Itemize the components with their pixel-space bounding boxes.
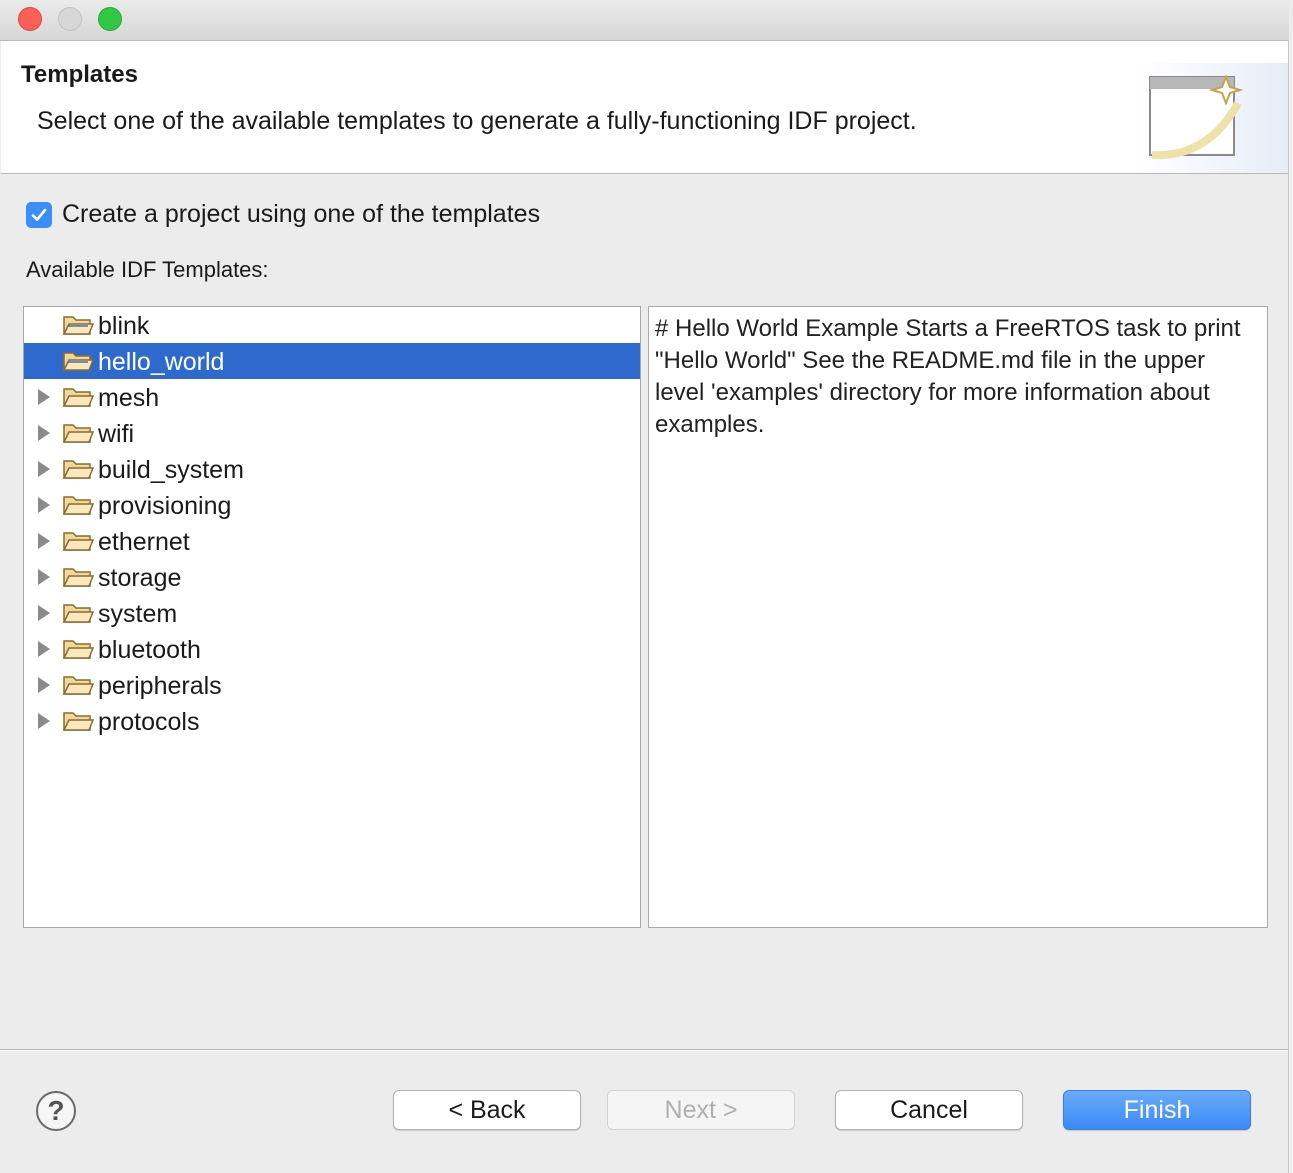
use-template-option[interactable]: Create a project using one of the templa…: [26, 200, 540, 229]
minimize-window-button[interactable]: [58, 7, 82, 31]
expand-arrow-icon[interactable]: [38, 605, 50, 621]
use-template-checkbox[interactable]: [26, 201, 52, 228]
tree-item[interactable]: build_system: [24, 451, 640, 487]
expand-arrow-icon[interactable]: [38, 497, 50, 513]
tree-item-label: storage: [98, 564, 182, 592]
help-icon: ?: [47, 1095, 65, 1126]
template-tree[interactable]: blink hello_world mesh wifi build_system…: [23, 306, 641, 928]
window-titlebar: [0, 0, 1289, 41]
expand-arrow-icon[interactable]: [38, 713, 50, 729]
folder-icon: [62, 568, 94, 587]
expand-arrow-icon[interactable]: [38, 389, 50, 405]
tree-item-label: protocols: [98, 708, 200, 736]
window-right-edge: [1288, 40, 1293, 1173]
cancel-button[interactable]: Cancel: [835, 1090, 1023, 1130]
finish-button[interactable]: Finish: [1063, 1090, 1251, 1130]
tree-item-label: bluetooth: [98, 636, 201, 664]
tree-item[interactable]: storage: [24, 559, 640, 595]
folder-icon: [62, 640, 94, 659]
page-description: Select one of the available templates to…: [37, 107, 917, 135]
tree-item-label: build_system: [98, 456, 244, 484]
tree-item[interactable]: hello_world: [24, 343, 640, 379]
checkmark-icon: [31, 208, 47, 221]
tree-item-label: peripherals: [98, 672, 222, 700]
folder-icon: [62, 316, 94, 335]
folder-icon: [62, 676, 94, 695]
new-project-wizard-icon: [1138, 63, 1288, 173]
use-template-label: Create a project using one of the templa…: [62, 200, 541, 228]
folder-icon: [62, 496, 94, 515]
tree-item[interactable]: peripherals: [24, 667, 640, 703]
tree-item[interactable]: ethernet: [24, 523, 640, 559]
tree-item[interactable]: blink: [24, 307, 640, 343]
folder-icon: [62, 532, 94, 551]
tree-item-label: ethernet: [98, 528, 190, 556]
tree-item[interactable]: bluetooth: [24, 631, 640, 667]
tree-item[interactable]: protocols: [24, 703, 640, 739]
maximize-window-button[interactable]: [98, 7, 122, 31]
tree-item-label: mesh: [98, 384, 160, 412]
page-title: Templates: [21, 61, 138, 88]
tree-item-label: wifi: [98, 420, 135, 448]
close-window-button[interactable]: [18, 7, 42, 31]
expand-arrow-icon[interactable]: [38, 425, 50, 441]
folder-icon: [62, 460, 94, 479]
template-description: # Hello World Example Starts a FreeRTOS …: [655, 315, 1241, 438]
expand-arrow-icon[interactable]: [38, 461, 50, 477]
tree-item[interactable]: wifi: [24, 415, 640, 451]
back-button[interactable]: < Back: [393, 1090, 581, 1130]
template-description-panel: # Hello World Example Starts a FreeRTOS …: [648, 306, 1268, 928]
footer-divider-highlight: [0, 1050, 1288, 1051]
tree-item-label: provisioning: [98, 492, 232, 520]
folder-icon: [62, 424, 94, 443]
expand-arrow-icon[interactable]: [38, 533, 50, 549]
tree-item-label: system: [98, 600, 178, 628]
folder-icon: [62, 352, 94, 371]
tree-item[interactable]: mesh: [24, 379, 640, 415]
wizard-header: Templates Select one of the available te…: [1, 41, 1288, 174]
expand-arrow-icon[interactable]: [38, 641, 50, 657]
tree-item-label: hello_world: [98, 348, 225, 376]
tree-item[interactable]: system: [24, 595, 640, 631]
tree-item-label: blink: [98, 312, 150, 340]
folder-icon: [62, 388, 94, 407]
next-button[interactable]: Next >: [607, 1090, 795, 1130]
tree-item[interactable]: provisioning: [24, 487, 640, 523]
folder-icon: [62, 712, 94, 731]
help-button[interactable]: ?: [36, 1091, 76, 1131]
folder-icon: [62, 604, 94, 623]
expand-arrow-icon[interactable]: [38, 677, 50, 693]
expand-arrow-icon[interactable]: [38, 569, 50, 585]
templates-label: Available IDF Templates:: [26, 257, 269, 282]
